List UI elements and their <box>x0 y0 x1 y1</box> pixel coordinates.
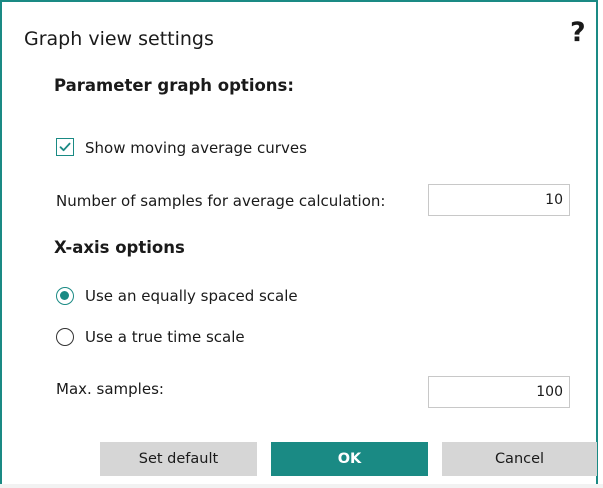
graph-view-settings-dialog: Graph view settings ? Parameter graph op… <box>0 0 598 484</box>
parameter-options-heading: Parameter graph options: <box>54 76 294 95</box>
ok-button[interactable]: OK <box>271 442 428 476</box>
radio-selected-dot <box>60 291 69 300</box>
xaxis-options-heading: X-axis options <box>54 238 185 257</box>
true-time-scale-label[interactable]: Use a true time scale <box>85 328 245 346</box>
cancel-button[interactable]: Cancel <box>442 442 597 476</box>
show-moving-average-checkbox[interactable] <box>56 138 74 156</box>
checkmark-icon <box>59 142 71 152</box>
true-time-scale-radio[interactable] <box>56 328 74 346</box>
samples-average-label: Number of samples for average calculatio… <box>56 192 386 210</box>
show-moving-average-label[interactable]: Show moving average curves <box>85 139 307 157</box>
help-icon[interactable]: ? <box>570 19 586 46</box>
set-default-button[interactable]: Set default <box>100 442 257 476</box>
equally-spaced-radio[interactable] <box>56 287 74 305</box>
max-samples-input[interactable] <box>428 376 570 408</box>
max-samples-label: Max. samples: <box>56 380 164 398</box>
samples-average-input[interactable] <box>428 184 570 216</box>
equally-spaced-label[interactable]: Use an equally spaced scale <box>85 287 298 305</box>
dialog-title: Graph view settings <box>24 28 214 50</box>
bottom-divider <box>0 484 603 488</box>
